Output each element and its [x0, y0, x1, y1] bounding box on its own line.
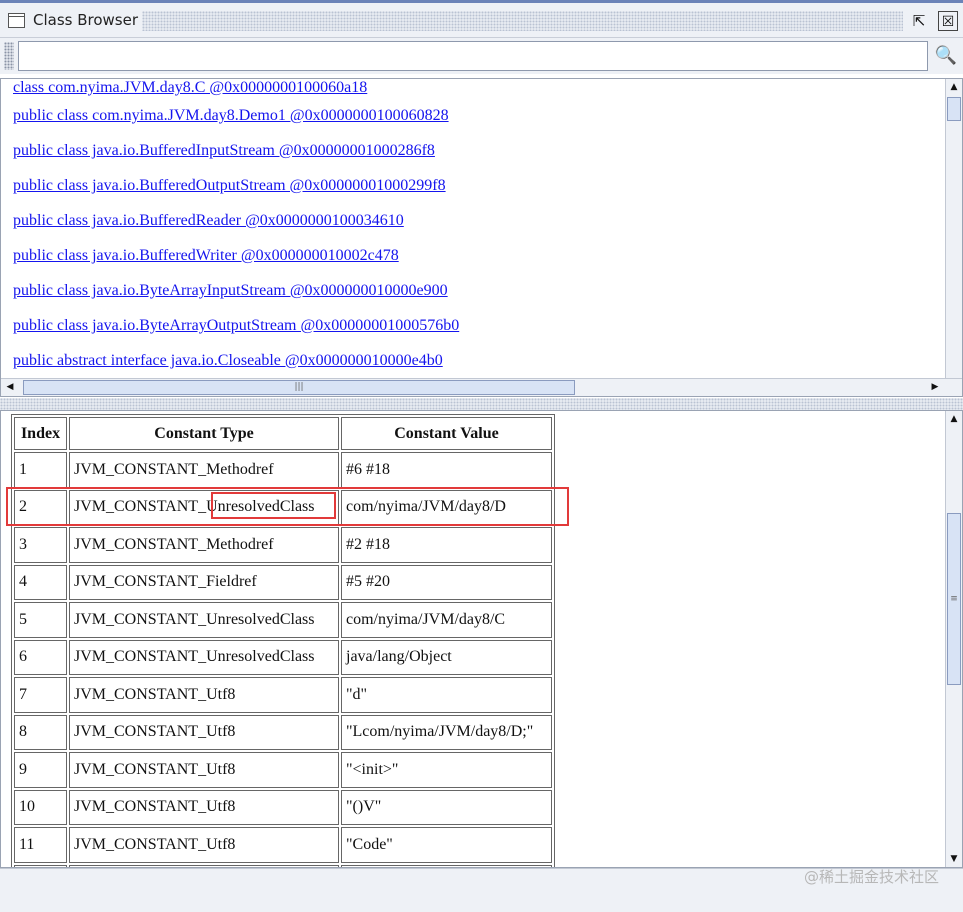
- table-row: 8 JVM_CONSTANT_Utf8 "Lcom/nyima/JVM/day8…: [14, 714, 552, 750]
- table-row: 3 JVM_CONSTANT_Methodref #2 #18: [14, 527, 552, 563]
- class-list-vertical-scrollbar[interactable]: ▲: [945, 79, 962, 379]
- search-input[interactable]: [18, 41, 928, 71]
- constant-pool-panel: Index Constant Type Constant Value 1 JVM…: [0, 410, 963, 868]
- split-pane-divider[interactable]: [0, 398, 963, 410]
- cell-type: JVM_CONSTANT_UnresolvedClass: [69, 602, 339, 638]
- cell-index: 5: [14, 602, 67, 638]
- cell-type: JVM_CONSTANT_Methodref: [69, 452, 339, 488]
- cell-type: JVM_CONSTANT_UnresolvedClass: [69, 489, 339, 525]
- cell-value: "<init>": [341, 752, 552, 788]
- search-toolbar: 🔍: [0, 38, 963, 74]
- cell-index: 9: [14, 752, 67, 788]
- cell-type: JVM_CONSTANT_Utf8: [69, 827, 339, 863]
- table-row: 10 JVM_CONSTANT_Utf8 "()V": [14, 789, 552, 825]
- cell-value: "Lcom/nyima/JVM/day8/D;": [341, 714, 552, 750]
- class-link[interactable]: public class java.io.ByteArrayOutputStre…: [13, 316, 933, 351]
- class-list-panel: class com.nyima.JVM.day8.C @0x0000000100…: [0, 78, 963, 397]
- class-link[interactable]: public class java.io.ByteArrayInputStrea…: [13, 281, 933, 316]
- cell-type: JVM_CONSTANT_Utf8: [69, 714, 339, 750]
- cell-type-highlighted-word: UnresolvedClass: [206, 498, 315, 516]
- cell-index: 10: [14, 789, 67, 825]
- cell-index: 11: [14, 827, 67, 863]
- cell-value: com/nyima/JVM/day8/C: [341, 602, 552, 638]
- table-header-row: Index Constant Type Constant Value: [14, 417, 552, 450]
- cell-index: 8: [14, 714, 67, 750]
- title-bar-texture: [142, 11, 903, 31]
- scrollbar-thumb[interactable]: |||: [23, 380, 575, 395]
- constant-pool-vertical-scrollbar[interactable]: ▲ ≡ ▼: [945, 411, 962, 867]
- cell-index: 4: [14, 564, 67, 600]
- scroll-left-arrow-icon[interactable]: ◀: [1, 379, 19, 396]
- scroll-up-arrow-icon[interactable]: ▲: [946, 411, 962, 427]
- toolbar-grip[interactable]: [4, 42, 14, 70]
- close-icon[interactable]: ☒: [938, 11, 958, 31]
- table-row: 11 JVM_CONSTANT_Utf8 "Code": [14, 827, 552, 863]
- cell-type: JVM_CONSTANT_Fieldref: [69, 564, 339, 600]
- cell-type-prefix: JVM_CONSTANT_: [74, 498, 207, 516]
- class-link[interactable]: public class java.io.BufferedReader @0x0…: [13, 211, 933, 246]
- cell-value: "()V": [341, 789, 552, 825]
- class-link[interactable]: public class java.io.BufferedInputStream…: [13, 141, 933, 176]
- cell-index: 6: [14, 639, 67, 675]
- constant-pool-table: Index Constant Type Constant Value 1 JVM…: [11, 414, 555, 867]
- cell-type: JVM_CONSTANT_Methodref: [69, 527, 339, 563]
- cell-value: #2 #18: [341, 527, 552, 563]
- class-list: class com.nyima.JVM.day8.C @0x0000000100…: [13, 79, 933, 386]
- scrollbar-thumb[interactable]: ≡: [947, 513, 961, 685]
- table-row: 9 JVM_CONSTANT_Utf8 "<init>": [14, 752, 552, 788]
- class-list-horizontal-scrollbar[interactable]: ◀ ||| ▶: [1, 378, 962, 396]
- scroll-right-arrow-icon[interactable]: ▶: [926, 379, 944, 396]
- class-link[interactable]: public class com.nyima.JVM.day8.Demo1 @0…: [13, 106, 933, 141]
- watermark-text: @稀土掘金技术社区: [803, 868, 939, 886]
- window-icon: [8, 13, 25, 28]
- column-header-type: Constant Type: [69, 417, 339, 450]
- table-row: 7 JVM_CONSTANT_Utf8 "d": [14, 677, 552, 713]
- cell-value: "d": [341, 677, 552, 713]
- window-title: Class Browser: [33, 11, 139, 29]
- scrollbar-thumb[interactable]: [947, 97, 961, 121]
- cell-type: JVM_CONSTANT_Utf8: [69, 677, 339, 713]
- scroll-down-arrow-icon[interactable]: ▼: [946, 851, 962, 867]
- cell-type: JVM_CONSTANT_Utf8: [69, 789, 339, 825]
- table-row: 1 JVM_CONSTANT_Methodref #6 #18: [14, 452, 552, 488]
- cell-type: JVM_CONSTANT_Utf8: [69, 752, 339, 788]
- table-row: 4 JVM_CONSTANT_Fieldref #5 #20: [14, 564, 552, 600]
- cell-index: 1: [14, 452, 67, 488]
- binoculars-icon[interactable]: 🔍: [931, 41, 961, 71]
- cell-type: JVM_CONSTANT_UnresolvedClass: [69, 639, 339, 675]
- column-header-value: Constant Value: [341, 417, 552, 450]
- restore-icon[interactable]: ⇱: [908, 10, 930, 32]
- cell-value: #6 #18: [341, 452, 552, 488]
- scroll-up-arrow-icon[interactable]: ▲: [946, 79, 962, 95]
- cell-index: 7: [14, 677, 67, 713]
- cell-value: #5 #20: [341, 564, 552, 600]
- class-link[interactable]: public class java.io.BufferedWriter @0x0…: [13, 246, 933, 281]
- cell-value: java/lang/Object: [341, 639, 552, 675]
- class-link[interactable]: class com.nyima.JVM.day8.C @0x0000000100…: [13, 78, 933, 106]
- class-link[interactable]: public class java.io.BufferedOutputStrea…: [13, 176, 933, 211]
- title-bar: Class Browser ⇱ ☒: [0, 0, 963, 38]
- column-header-index: Index: [14, 417, 67, 450]
- cell-index: 2: [14, 489, 67, 525]
- table-row: 5 JVM_CONSTANT_UnresolvedClass com/nyima…: [14, 602, 552, 638]
- cell-index: 3: [14, 527, 67, 563]
- cell-value: "Code": [341, 827, 552, 863]
- table-row: 2 JVM_CONSTANT_UnresolvedClass com/nyima…: [14, 489, 552, 525]
- cell-value: com/nyima/JVM/day8/D: [341, 489, 552, 525]
- table-row: 6 JVM_CONSTANT_UnresolvedClass java/lang…: [14, 639, 552, 675]
